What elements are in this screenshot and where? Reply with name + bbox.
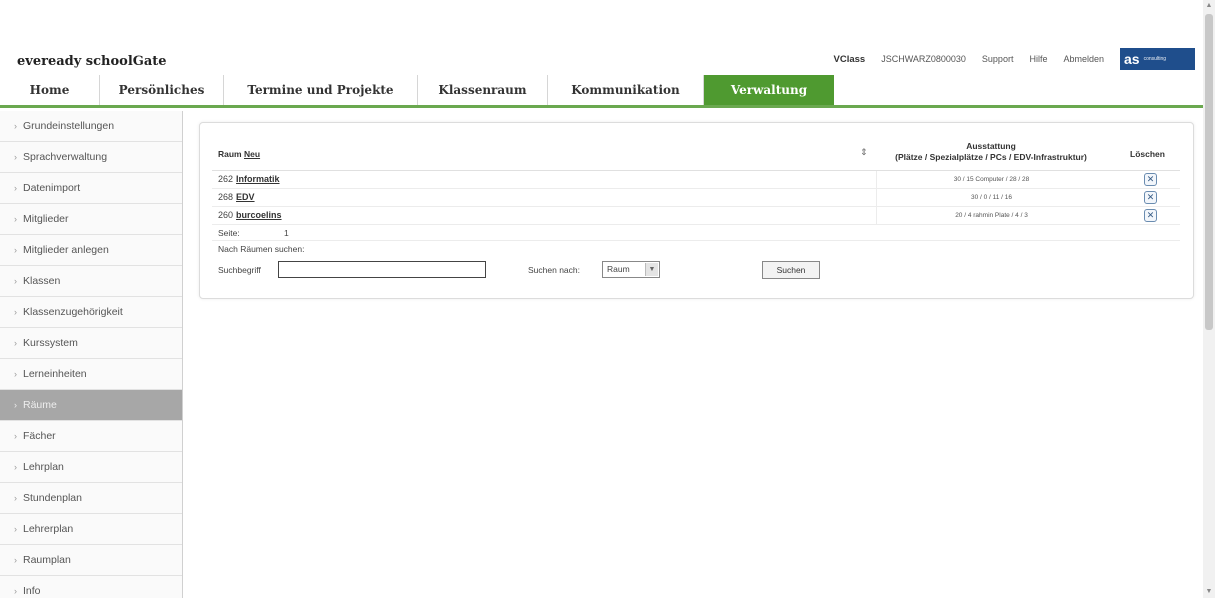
sidebar-item-grundeinstellungen[interactable]: › Grundeinstellungen [0,111,182,142]
chevron-right-icon: › [14,524,17,534]
sidebar: › Grundeinstellungen › Sprachverwaltung › D… [0,111,183,598]
tab-home[interactable]: Home [0,75,100,105]
header: eveready schoolGate VClass JSCHWARZ08000… [0,40,1203,75]
header-links: VClass JSCHWARZ0800030 Support Hilfe Abm… [834,48,1195,70]
help-link[interactable]: Hilfe [1029,54,1047,64]
chevron-right-icon: › [14,338,17,348]
room-name-link[interactable]: burcoelins [236,210,282,220]
page-number-link[interactable]: 1 [284,228,289,238]
brand-logo: as consulting [1120,48,1195,70]
chevron-right-icon: › [14,121,17,131]
top-bar [0,0,1203,40]
room-ausstattung: 30 / 0 / 11 / 16 [876,189,1106,207]
room-name-link[interactable]: Informatik [236,174,280,184]
rooms-table: Raum Neu ⇕ Ausstattung (Plätze / Spezial… [212,137,1180,285]
column-header-loeschen: Löschen [1130,149,1165,159]
search-form: Suchbegriff Suchen nach: Raum ▼ Suchen [212,257,1180,285]
sidebar-item-sprachverwaltung[interactable]: › Sprachverwaltung [0,142,182,173]
support-link[interactable]: Support [982,54,1014,64]
table-row: 268 EDV 30 / 0 / 11 / 16 ✕ [212,189,1180,207]
chevron-right-icon: › [14,183,17,193]
room-number: 260 [218,210,234,220]
chevron-right-icon: › [14,586,17,596]
chevron-right-icon: › [14,214,17,224]
scroll-down-icon[interactable]: ▼ [1203,586,1215,598]
search-by-label: Suchen nach: [528,265,580,275]
tab-kommunikation[interactable]: Kommunikation [548,75,704,105]
chevron-right-icon: › [14,307,17,317]
sidebar-item-raeume[interactable]: › Räume [0,390,182,421]
logout-link[interactable]: Abmelden [1063,54,1104,64]
sidebar-item-klassen[interactable]: › Klassen [0,266,182,297]
page-label: Seite: [218,228,240,238]
pagination: Seite: 1 [212,225,1180,241]
chevron-right-icon: › [14,245,17,255]
room-number: 262 [218,174,234,184]
page-scrollbar[interactable]: ▲ ▼ [1203,0,1215,598]
room-name-link[interactable]: EDV [236,192,255,202]
scroll-up-icon[interactable]: ▲ [1203,0,1215,12]
tab-verwaltung[interactable]: Verwaltung [704,75,834,105]
chevron-right-icon: › [14,555,17,565]
app-title: eveready schoolGate [17,54,167,69]
delete-icon[interactable]: ✕ [1144,173,1157,186]
search-button[interactable]: Suchen [762,261,820,279]
sidebar-item-datenimport[interactable]: › Datenimport [0,173,182,204]
sidebar-item-lerneinheiten[interactable]: › Lerneinheiten [0,359,182,390]
search-input[interactable] [278,261,486,278]
sidebar-item-klassenzugehoerigkeit[interactable]: › Klassenzugehörigkeit [0,297,182,328]
search-term-label: Suchbegriff [218,265,261,275]
chevron-right-icon: › [14,276,17,286]
sidebar-item-mitglieder-anlegen[interactable]: › Mitglieder anlegen [0,235,182,266]
room-ausstattung: 20 / 4 rahmin Plate / 4 / 3 [876,207,1106,225]
sidebar-item-lehrerplan[interactable]: › Lehrerplan [0,514,182,545]
room-number: 268 [218,192,234,202]
chevron-right-icon: › [14,462,17,472]
user-id: JSCHWARZ0800030 [881,54,966,64]
sidebar-item-raumplan[interactable]: › Raumplan [0,545,182,576]
tab-persoenliches[interactable]: Persönliches [100,75,224,105]
sidebar-item-faecher[interactable]: › Fächer [0,421,182,452]
tab-termine-und-projekte[interactable]: Termine und Projekte [224,75,418,105]
delete-icon[interactable]: ✕ [1144,209,1157,222]
sidebar-item-info[interactable]: › Info [0,576,182,598]
vclass-label: VClass [833,53,866,65]
table-row: 260 burcoelins 20 / 4 rahmin Plate / 4 / … [212,207,1180,225]
sort-icon[interactable]: ⇕ [860,147,868,158]
chevron-right-icon: › [14,152,17,162]
column-header-raum: Raum Neu [218,149,261,159]
room-ausstattung: 30 / 15 Computer / 28 / 28 [876,171,1106,189]
column-header-ausstattung: Ausstattung (Plätze / Spezialplätze / PC… [895,141,1087,162]
sidebar-item-kurssystem[interactable]: › Kurssystem [0,328,182,359]
chevron-right-icon: › [14,369,17,379]
sidebar-item-lehrplan[interactable]: › Lehrplan [0,452,182,483]
tab-klassenraum[interactable]: Klassenraum [418,75,548,105]
chevron-down-icon: ▼ [645,263,658,276]
table-header: Raum Neu ⇕ Ausstattung (Plätze / Spezial… [212,137,1180,171]
table-row: 262 Informatik 30 / 15 Computer / 28 / 28… [212,171,1180,189]
sidebar-item-stundenplan[interactable]: › Stundenplan [0,483,182,514]
sidebar-item-mitglieder[interactable]: › Mitglieder [0,204,182,235]
chevron-right-icon: › [14,400,17,410]
main-nav: Home Persönliches Termine und Projekte K… [0,75,1203,108]
rooms-panel: Raum Neu ⇕ Ausstattung (Plätze / Spezial… [199,122,1194,299]
delete-icon[interactable]: ✕ [1144,191,1157,204]
scrollbar-thumb[interactable] [1205,14,1213,330]
chevron-right-icon: › [14,493,17,503]
search-by-select[interactable]: Raum ▼ [602,261,660,278]
search-title: Nach Räumen suchen: [218,244,305,254]
new-room-link[interactable]: Neu [244,149,260,159]
chevron-right-icon: › [14,431,17,441]
